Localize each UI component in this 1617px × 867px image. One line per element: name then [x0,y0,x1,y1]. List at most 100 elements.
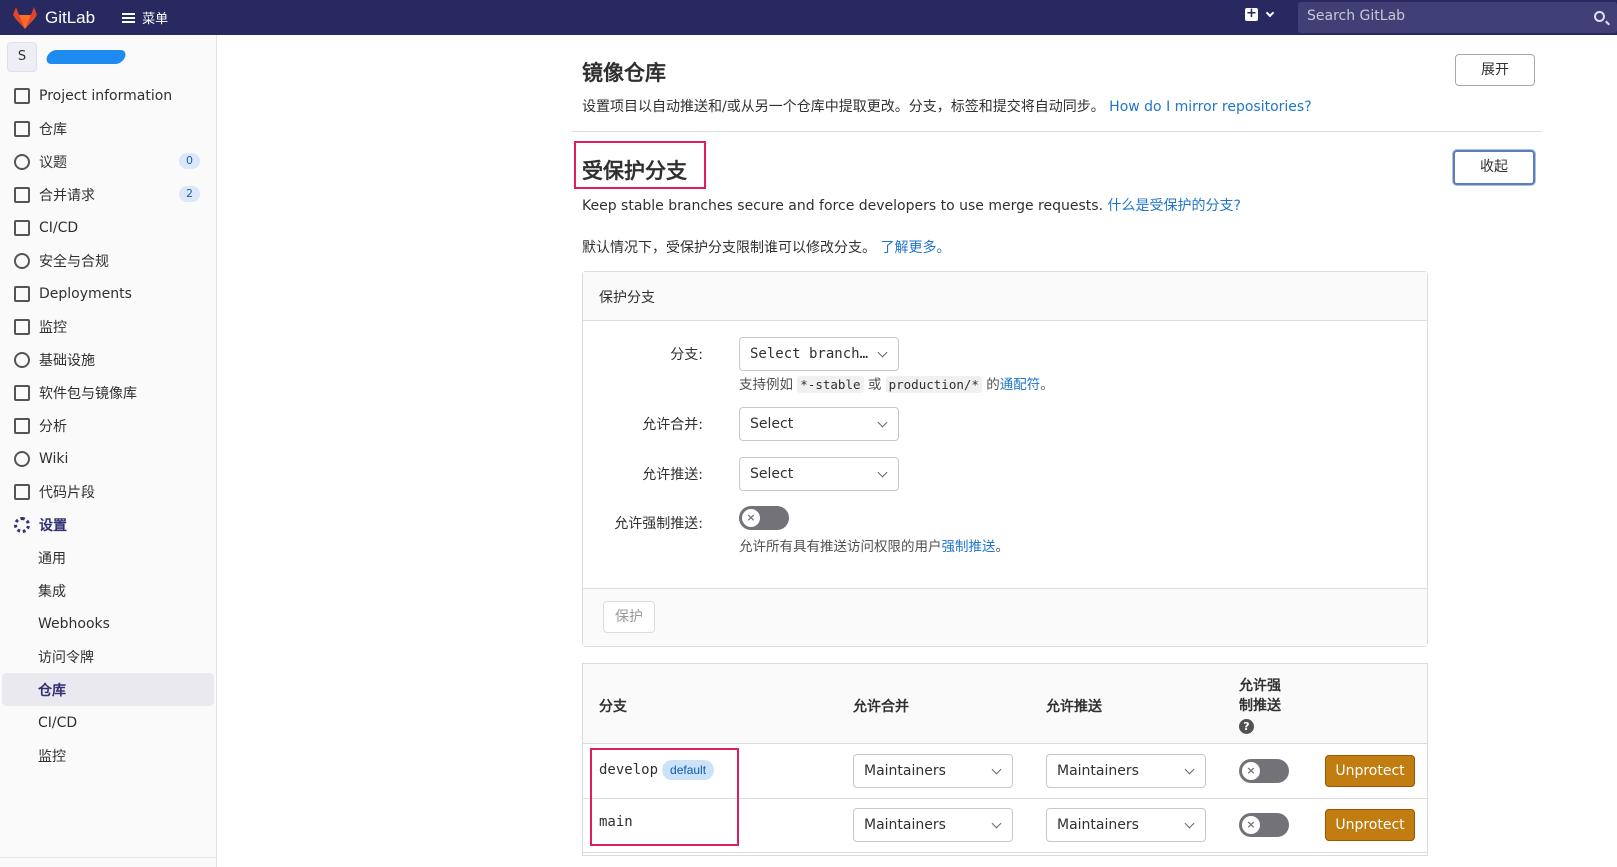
branch-select[interactable]: Select branch… [739,337,899,371]
sidebar-subitem[interactable]: 访问令牌 [0,640,216,673]
sidebar-item[interactable]: 基础设施 [0,343,216,376]
info-icon [14,87,30,104]
redacted-project-name [44,50,128,64]
protect-branch-card: 保护分支 分支: Select branch… 支持例如 *-stable 或 … [582,271,1428,647]
sidebar-item[interactable]: Deployments [0,277,216,310]
sidebar-item[interactable]: 设置 [0,508,216,541]
menu-label: 菜单 [142,12,169,27]
hamburger-icon [122,12,136,23]
sidebar-item[interactable]: 分析 [0,409,216,442]
col-branch: 分支 [599,699,627,715]
toggle-off-icon: × [1242,816,1260,834]
force-push-help-prefix: 允许所有具有推送访问权限的用户 [739,539,942,555]
allowed-push-value: Select [750,466,794,482]
sidebar-item[interactable]: 仓库 [0,112,216,145]
sidebar-footer [0,857,217,867]
sidebar-item[interactable]: Wiki [0,442,216,475]
force-push-link[interactable]: 强制推送 [942,539,996,555]
help-question-icon[interactable]: ? [1239,719,1254,734]
sidebar-item-label: 分析 [39,418,67,435]
gitlab-logo[interactable]: GitLab [12,6,95,30]
new-item-dropdown[interactable]: + [1245,7,1275,21]
sidebar-subitem[interactable]: 仓库 [2,673,214,706]
sidebar-item[interactable]: 合并请求 2 [0,178,216,211]
gear-icon [14,516,30,533]
sidebar-item-label: Wiki [39,450,69,467]
wildcards-link[interactable]: 通配符 [1000,377,1041,393]
row-allowed-push-select[interactable]: Maintainers [1046,808,1206,842]
sidebar-subitem[interactable]: 通用 [0,541,216,574]
branch-help-prefix: 支持例如 [739,377,793,393]
col-allowed-merge: 允许合并 [853,699,909,715]
allowed-merge-value: Select [750,416,794,432]
default-note-text: 默认情况下，受保护分支限制谁可以修改分支。 [582,240,876,256]
protected-description: Keep stable branches secure and force de… [582,195,1241,215]
sidebar-item-label: 软件包与镜像库 [39,385,137,402]
row-allowed-push-value: Maintainers [1057,817,1139,833]
chevron-down-icon [991,818,1002,829]
repository-icon [14,120,30,137]
force-push-toggle[interactable]: × [739,506,789,530]
allowed-merge-select[interactable]: Select [739,407,899,441]
allowed-merge-label: 允许合并: [642,417,703,433]
allowed-push-select[interactable]: Select [739,457,899,491]
sidebar-item-label: 议题 [39,154,67,171]
sidebar-subitem[interactable]: 集成 [0,574,216,607]
default-note: 默认情况下，受保护分支限制谁可以修改分支。 了解更多。 [582,237,950,257]
sidebar-item[interactable]: Project information [0,79,216,112]
sidebar-subitem[interactable]: CI/CD [0,706,216,739]
collapse-button[interactable]: 收起 [1453,150,1535,185]
protected-help-link[interactable]: 什么是受保护的分支? [1107,198,1240,214]
chevron-down-icon [1265,8,1275,18]
menu-button[interactable]: 菜单 [122,8,168,27]
mirror-description: 设置项目以自动推送和/或从另一个仓库中提取更改。分支，标签和提交将自动同步。 H… [582,96,1312,116]
sidebar-subitem[interactable]: Webhooks [0,607,216,640]
protect-button[interactable]: 保护 [603,601,655,633]
chevron-down-icon [877,417,888,428]
row-allowed-merge-select[interactable]: Maintainers [853,754,1013,788]
sidebar-item-label: 代码片段 [39,484,95,501]
protected-description-text: Keep stable branches secure and force de… [582,198,1104,214]
sidebar-item-label: 仓库 [39,121,67,138]
branch-help-end: 。 [1040,377,1054,393]
unprotect-button[interactable]: Unprotect [1325,809,1415,841]
sidebar-item[interactable]: CI/CD [0,211,216,244]
sidebar-item-label: 基础设施 [39,352,95,369]
gitlab-tanuki-icon [13,6,37,29]
search-input[interactable]: Search GitLab [1298,2,1617,33]
mirror-help-link[interactable]: How do I mirror repositories? [1109,99,1311,115]
sidebar: S Project information 仓库 议题 0 合并请求 2 CI/CD 安全与合… [0,35,217,867]
sidebar-item[interactable]: 议题 0 [0,145,216,178]
mirror-title: 镜像仓库 [582,61,666,85]
sidebar-item[interactable]: 安全与合规 [0,244,216,277]
sidebar-item[interactable]: 代码片段 [0,475,216,508]
chevron-down-icon [877,347,888,358]
row-allowed-merge-select[interactable]: Maintainers [853,808,1013,842]
sidebar-item-label: 设置 [39,517,67,534]
package-icon [14,384,30,401]
project-header[interactable]: S [0,35,216,79]
count-badge: 0 [179,153,200,169]
col-force-push: 允许强 制推送 ? [1239,676,1281,736]
branch-help-or: 或 [867,377,882,393]
search-placeholder: Search GitLab [1307,8,1406,24]
row-force-push-toggle[interactable]: × [1239,759,1289,783]
app-name: GitLab [45,7,96,27]
sidebar-item[interactable]: 软件包与镜像库 [0,376,216,409]
learn-more-link[interactable]: 了解更多。 [880,240,950,256]
chevron-down-icon [1184,764,1195,775]
sidebar-item[interactable]: 监控 [0,310,216,343]
book-icon [14,450,30,467]
protected-branches-title: 受保护分支 [582,159,687,183]
branch-select-value: Select branch… [750,346,869,362]
row-allowed-merge-value: Maintainers [864,817,946,833]
force-push-help: 允许所有具有推送访问权限的用户强制推送。 [739,535,1009,555]
branch-label: 分支: [670,347,703,363]
section-divider [572,131,1542,132]
row-allowed-push-select[interactable]: Maintainers [1046,754,1206,788]
monitor-icon [14,318,30,335]
row-force-push-toggle[interactable]: × [1239,813,1289,837]
sidebar-subitem[interactable]: 监控 [0,739,216,772]
unprotect-button[interactable]: Unprotect [1325,755,1415,787]
expand-button[interactable]: 展开 [1455,54,1535,86]
